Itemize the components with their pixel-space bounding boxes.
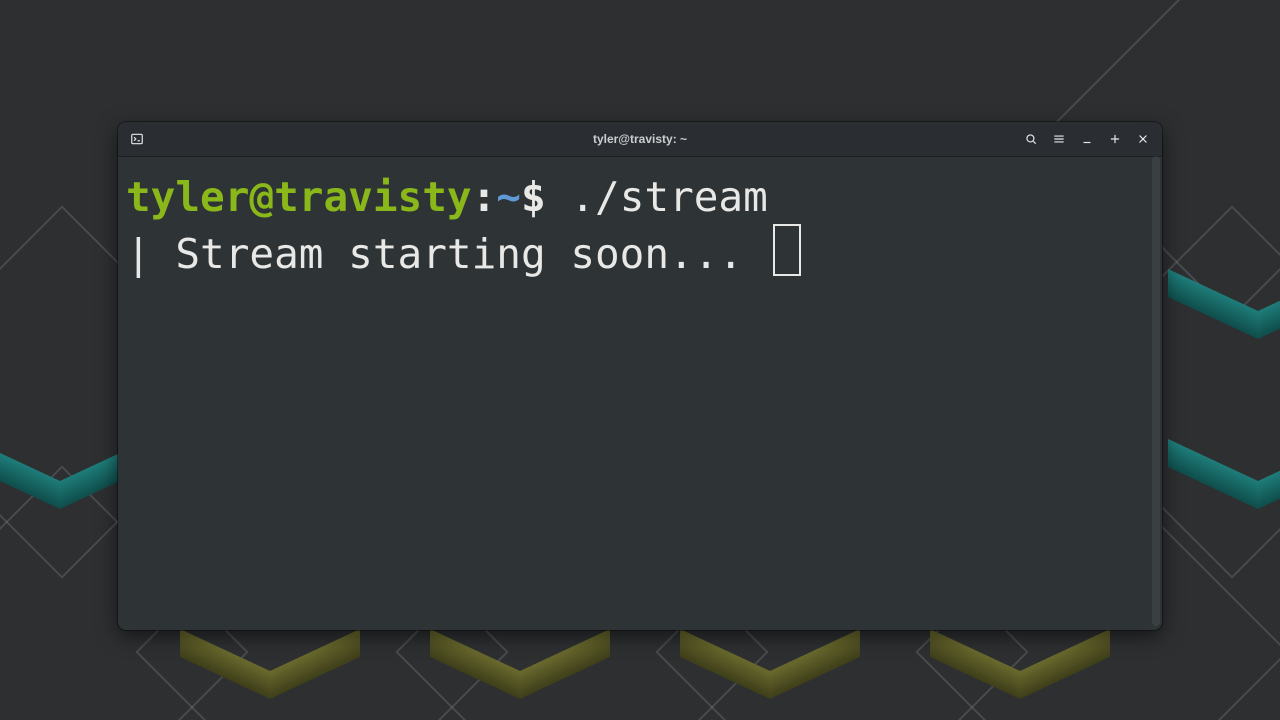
cursor bbox=[773, 224, 801, 276]
hamburger-icon[interactable] bbox=[1046, 127, 1072, 151]
command-text: ./stream bbox=[570, 173, 767, 221]
close-icon[interactable] bbox=[1130, 127, 1156, 151]
output-line: | Stream starting soon... bbox=[126, 230, 743, 278]
prompt-symbol: $ bbox=[521, 173, 570, 221]
window-titlebar: tyler@travisty: ~ bbox=[118, 122, 1162, 157]
prompt-user-host: tyler@travisty bbox=[126, 173, 472, 221]
terminal-window: tyler@travisty: ~ tyler@travisty:~$ ./st… bbox=[118, 122, 1162, 630]
search-icon[interactable] bbox=[1018, 127, 1044, 151]
prompt-separator: : bbox=[472, 173, 497, 221]
plus-icon[interactable] bbox=[1102, 127, 1128, 151]
terminal-icon bbox=[124, 127, 150, 151]
prompt-path: ~ bbox=[496, 173, 521, 221]
window-title: tyler@travisty: ~ bbox=[593, 132, 687, 146]
scrollbar[interactable] bbox=[1152, 156, 1160, 626]
terminal-body[interactable]: tyler@travisty:~$ ./stream | Stream star… bbox=[118, 157, 1162, 630]
minimize-icon[interactable] bbox=[1074, 127, 1100, 151]
